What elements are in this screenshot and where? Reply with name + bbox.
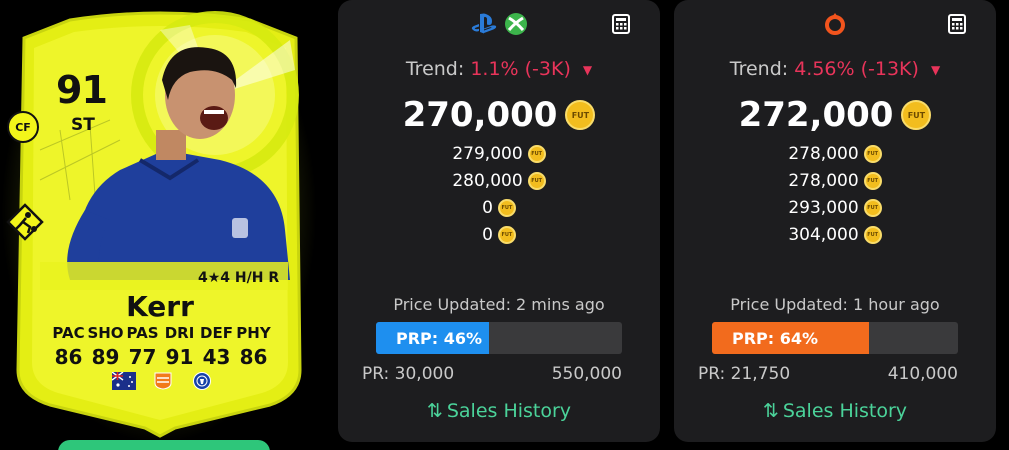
- stat-label: PAC: [52, 324, 85, 342]
- price-range-max: 550,000: [551, 364, 622, 384]
- trend-line: Trend: 4.56% (-13K) ▼: [674, 58, 996, 80]
- trend-label: Trend:: [729, 58, 789, 80]
- playstyle-icon: [6, 203, 44, 241]
- list-item: 304,000 FUT: [674, 221, 996, 248]
- price-value: 304,000: [788, 224, 859, 245]
- prp-bar: PRP: 64%: [712, 322, 958, 354]
- playstation-icon: [471, 13, 497, 34]
- coin-icon: FUT: [863, 171, 882, 190]
- stat-value: 86: [54, 345, 83, 369]
- list-item: 293,000 FUT: [674, 194, 996, 221]
- stat-labels: PAC SHO PAS DRI DEF PHY: [50, 324, 272, 342]
- player-card[interactable]: 91 ST CF 4★4 H/H R Kerr PAC SHO PAS DRI …: [0, 0, 320, 450]
- sales-history-label: Sales History: [446, 400, 572, 422]
- price-updated: Price Updated: 1 hour ago: [730, 295, 940, 314]
- stat-value: 91: [165, 345, 194, 369]
- coin-icon: FUT: [863, 198, 882, 217]
- stat-values: 86 89 77 91 43 86: [50, 345, 272, 369]
- stat-label: PAS: [126, 324, 159, 342]
- price-list: 279,000 FUT 280,000 FUT 0 FUT 0 FUT: [338, 140, 660, 248]
- sales-history-link[interactable]: ⇅ Sales History: [674, 400, 996, 422]
- coin-icon: FUT: [527, 171, 546, 190]
- trend-value: 1.1% (-3K): [470, 58, 571, 80]
- pc-price-panel: Trend: 4.56% (-13K) ▼ 272,000 FUT 278,00…: [674, 0, 996, 442]
- sales-history-link[interactable]: ⇅ Sales History: [338, 400, 660, 422]
- league-badge-icon: [154, 372, 172, 390]
- list-item: 278,000 FUT: [674, 167, 996, 194]
- price-range-max: 410,000: [887, 364, 958, 384]
- caret-down-icon: ▼: [582, 62, 593, 77]
- stat-value: 89: [91, 345, 120, 369]
- list-item: 278,000 FUT: [674, 140, 996, 167]
- stat-label: PHY: [236, 324, 271, 342]
- stat-value: 43: [202, 345, 231, 369]
- stat-label: SHO: [87, 324, 124, 342]
- price-value: 278,000: [788, 143, 859, 164]
- lowest-price: 270,000 FUT: [338, 95, 660, 135]
- xbox-icon: [505, 13, 527, 35]
- price-value: 0: [482, 197, 493, 218]
- prp-fill: PRP: 64%: [712, 322, 870, 354]
- role-badge: CF: [7, 111, 39, 143]
- sort-arrows-icon: ⇅: [762, 400, 779, 422]
- price-updated: Price Updated: 2 mins ago: [393, 295, 605, 314]
- price-range: PR: 30,000 550,000: [362, 364, 622, 384]
- player-rating: 91: [56, 68, 108, 112]
- calculator-icon[interactable]: [948, 14, 966, 34]
- coin-icon: FUT: [497, 225, 516, 244]
- coin-icon: FUT: [527, 144, 546, 163]
- list-item: 0 FUT: [338, 194, 660, 221]
- prp-bar: PRP: 46%: [376, 322, 622, 354]
- trend-value: 4.56% (-13K): [794, 58, 919, 80]
- action-button[interactable]: [58, 440, 270, 450]
- stat-value: 77: [128, 345, 157, 369]
- stat-label: DRI: [164, 324, 195, 342]
- player-name: Kerr: [126, 290, 194, 323]
- caret-down-icon: ▼: [930, 62, 941, 77]
- stat-value: 86: [239, 345, 268, 369]
- price-value: 279,000: [452, 143, 523, 164]
- nation-league-club: [112, 372, 214, 390]
- price-list: 278,000 FUT 278,000 FUT 293,000 FUT 304,…: [674, 140, 996, 248]
- main-price: 270,000: [402, 95, 558, 135]
- coin-icon: FUT: [863, 225, 882, 244]
- trend-line: Trend: 1.1% (-3K) ▼: [338, 58, 660, 80]
- price-value: 280,000: [452, 170, 523, 191]
- sales-history-label: Sales History: [782, 400, 908, 422]
- coin-icon: FUT: [497, 198, 516, 217]
- stat-label: DEF: [200, 324, 233, 342]
- price-value: 278,000: [788, 170, 859, 191]
- trend-label: Trend:: [405, 58, 465, 80]
- sort-arrows-icon: ⇅: [426, 400, 443, 422]
- price-range: PR: 21,750 410,000: [698, 364, 958, 384]
- price-range-min: PR: 30,000: [362, 364, 455, 384]
- price-range-min: PR: 21,750: [698, 364, 791, 384]
- price-value: 293,000: [788, 197, 859, 218]
- list-item: 0 FUT: [338, 221, 660, 248]
- lowest-price: 272,000 FUT: [674, 95, 996, 135]
- main-price: 272,000: [738, 95, 894, 135]
- coin-icon: FUT: [565, 100, 596, 130]
- prp-fill: PRP: 46%: [376, 322, 490, 354]
- calculator-icon[interactable]: [612, 14, 630, 34]
- player-position: ST: [71, 115, 95, 135]
- origin-icon: [825, 13, 845, 35]
- coin-icon: FUT: [863, 144, 882, 163]
- coin-icon: FUT: [901, 100, 932, 130]
- list-item: 279,000 FUT: [338, 140, 660, 167]
- price-value: 0: [482, 224, 493, 245]
- australia-flag-icon: [112, 372, 136, 390]
- list-item: 280,000 FUT: [338, 167, 660, 194]
- screen: 91 ST CF 4★4 H/H R Kerr PAC SHO PAS DRI …: [0, 0, 1009, 450]
- console-price-panel: Trend: 1.1% (-3K) ▼ 270,000 FUT 279,000 …: [338, 0, 660, 442]
- skills-weakfoot: 4★4 H/H R: [198, 270, 280, 286]
- chelsea-badge-icon: [193, 372, 211, 390]
